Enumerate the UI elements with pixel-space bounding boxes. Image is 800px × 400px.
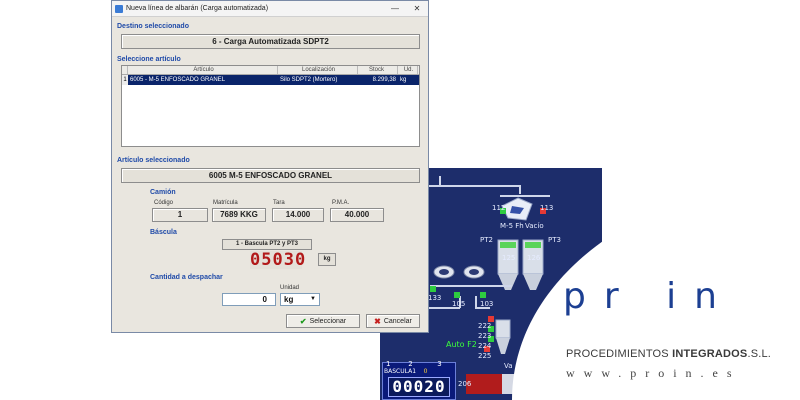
nueva-linea-dialog: Nueva línea de albarán (Carga automatiza…: [111, 0, 429, 333]
bascula-reading: 05030: [250, 250, 307, 270]
codigo-label: Código: [154, 200, 174, 206]
app-icon: [115, 4, 123, 13]
cantidad-label: Cantidad a despachar: [150, 274, 223, 281]
destino-value: 6 - Carga Automatizada SDPT2: [121, 34, 420, 49]
camion-label: Camión: [150, 189, 176, 196]
tara-label: Tara: [273, 200, 285, 206]
articulo-seleccionado-label: Artículo seleccionado: [117, 157, 190, 164]
column-header-articulo[interactable]: Artículo: [128, 66, 278, 74]
proin-logo: pr in: [563, 276, 735, 317]
unidad-select[interactable]: kg ▼: [280, 293, 320, 306]
destino-label: Destino seleccionado: [117, 23, 189, 30]
articulo-seleccionado-value: 6005 M-5 ENFOSCADO GRANEL: [121, 168, 420, 183]
tara-field: 14.000: [272, 208, 324, 222]
column-header-localizacion[interactable]: Localización: [278, 66, 358, 74]
title-bar[interactable]: Nueva línea de albarán (Carga automatiza…: [112, 1, 428, 17]
seleccionar-button[interactable]: ✔ Seleccionar: [286, 314, 360, 328]
chevron-down-icon: ▼: [310, 296, 316, 302]
table-row[interactable]: 1 6005 - M-5 ENFOSCADO GRANEL Silo SDPT2…: [122, 75, 419, 85]
company-url: www.proin.es: [566, 366, 741, 380]
seleccione-articulo-label: Seleccione artículo: [117, 56, 181, 63]
codigo-field: 1: [152, 208, 208, 222]
pma-field: 40.000: [330, 208, 384, 222]
pma-label: P.M.A.: [332, 200, 350, 206]
cantidad-input[interactable]: 0: [222, 293, 276, 306]
matricula-field: 7689 KKG: [212, 208, 266, 222]
cancel-x-icon: ✖: [374, 316, 381, 326]
cancelar-button[interactable]: ✖ Cancelar: [366, 314, 420, 328]
check-icon: ✔: [299, 316, 307, 326]
unidad-label: Unidad: [280, 285, 300, 291]
close-button[interactable]: ✕: [406, 1, 428, 17]
cell-articulo: 6005 - M-5 ENFOSCADO GRANEL: [130, 77, 226, 83]
column-header-ud[interactable]: Ud.: [398, 66, 418, 74]
cell-localizacion: Silo SDPT2 (Mortero): [280, 77, 338, 83]
matricula-label: Matrícula: [213, 200, 238, 206]
window-title: Nueva línea de albarán (Carga automatiza…: [126, 5, 269, 12]
minimize-button[interactable]: —: [384, 1, 406, 17]
bascula-select[interactable]: 1 - Bascula PT2 y PT3: [222, 239, 312, 250]
company-tagline: PROCEDIMIENTOS INTEGRADOS.S.L.: [566, 348, 772, 360]
cell-ud: kg: [400, 77, 407, 83]
bascula-label: Báscula: [150, 229, 177, 236]
articulos-grid: Artículo Localización Stock Ud. 1 6005 -…: [121, 65, 420, 147]
column-header-stock[interactable]: Stock: [358, 66, 398, 74]
bascula-unit: kg: [318, 253, 336, 266]
screenshot-stage: M-5 Fh Vacío PT2 PT3 Auto F2 Va 112 113 …: [0, 0, 800, 400]
cell-stock: 8.299,38: [372, 77, 396, 83]
grid-header: Artículo Localización Stock Ud.: [122, 66, 419, 75]
